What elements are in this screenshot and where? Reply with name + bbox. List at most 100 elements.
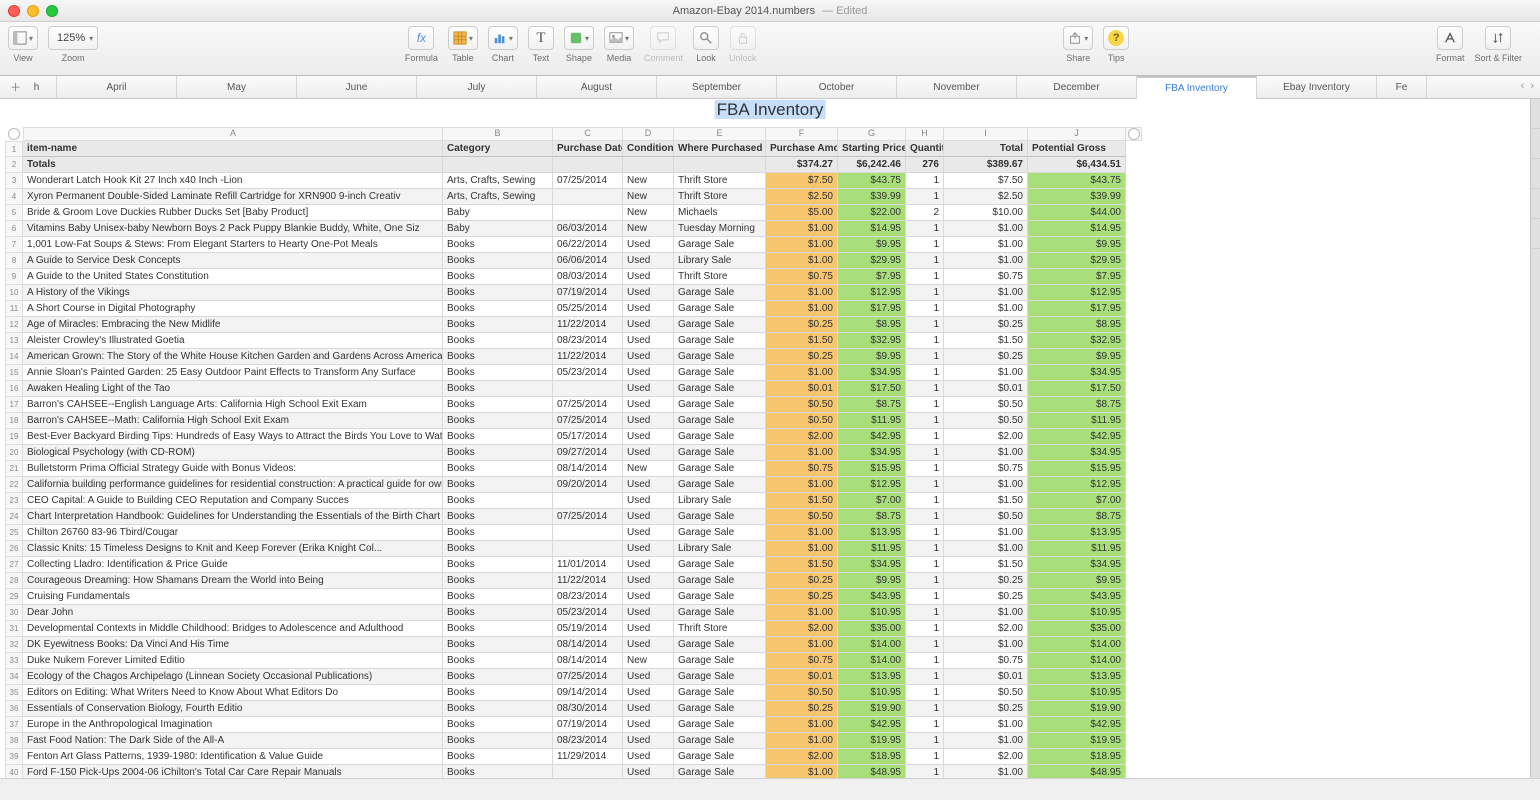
cell[interactable]: Annie Sloan's Painted Garden: 25 Easy Ou… [23,365,443,381]
cell[interactable]: $0.25 [944,349,1028,365]
cell[interactable]: $0.50 [766,509,838,525]
cell[interactable]: Wonderart Latch Hook Kit 27 Inch x40 Inc… [23,173,443,189]
cell[interactable]: Used [623,349,674,365]
cell[interactable]: $35.00 [1028,621,1126,637]
cell[interactable]: 05/23/2014 [553,365,623,381]
cell[interactable]: $1.00 [944,253,1028,269]
cell[interactable]: 1 [906,445,944,461]
cell[interactable]: $0.01 [944,669,1028,685]
cell[interactable]: Library Sale [674,541,766,557]
cell[interactable]: $14.00 [1028,637,1126,653]
cell[interactable]: $0.75 [944,269,1028,285]
row-header[interactable]: 2 [5,157,23,173]
row-header[interactable]: 36 [5,701,23,717]
cell[interactable]: Used [623,557,674,573]
cell[interactable] [553,525,623,541]
cell[interactable]: $1.00 [944,285,1028,301]
sheet-tab[interactable]: July [417,76,537,99]
cell[interactable]: Cruising Fundamentals [23,589,443,605]
cell[interactable]: Baby [443,221,553,237]
cell[interactable]: 08/23/2014 [553,733,623,749]
cell[interactable]: Developmental Contexts in Middle Childho… [23,621,443,637]
cell[interactable]: 1 [906,637,944,653]
cell[interactable]: CEO Capital: A Guide to Building CEO Rep… [23,493,443,509]
cell[interactable]: 11/01/2014 [553,557,623,573]
table-row[interactable]: Totals$374.27$6,242.46276$389.67$6,434.5… [23,157,1525,173]
share-button[interactable]: ▾ [1063,26,1093,50]
cell[interactable]: Courageous Dreaming: How Shamans Dream t… [23,573,443,589]
cell[interactable]: Garage Sale [674,429,766,445]
cell[interactable]: DK Eyewitness Books: Da Vinci And His Ti… [23,637,443,653]
cell[interactable]: 1 [906,397,944,413]
cell[interactable]: $0.50 [944,509,1028,525]
cell[interactable]: 1 [906,717,944,733]
cell[interactable]: $9.95 [838,349,906,365]
cell[interactable]: Books [443,669,553,685]
cell[interactable]: $1.00 [766,285,838,301]
cell[interactable]: Classic Knits: 15 Timeless Designs to Kn… [23,541,443,557]
cell[interactable]: 1 [906,477,944,493]
cell[interactable]: Vitamins Baby Unisex-baby Newborn Boys 2… [23,221,443,237]
cell[interactable]: Barron's CAHSEE--English Language Arts: … [23,397,443,413]
cell[interactable]: $48.95 [838,765,906,778]
cell[interactable]: Used [623,397,674,413]
cell[interactable]: 1 [906,317,944,333]
cell[interactable]: Books [443,557,553,573]
table-row[interactable]: Ecology of the Chagos Archipelago (Linne… [23,669,1525,685]
cell[interactable]: $14.00 [1028,653,1126,669]
table-row[interactable]: Annie Sloan's Painted Garden: 25 Easy Ou… [23,365,1525,381]
cell[interactable]: 1 [906,509,944,525]
row-header[interactable]: 17 [5,397,23,413]
cell[interactable]: Used [623,317,674,333]
shape-button[interactable]: ▾ [564,26,594,50]
cell[interactable]: $2.00 [944,429,1028,445]
cell[interactable]: $0.50 [766,413,838,429]
cell[interactable]: 05/23/2014 [553,605,623,621]
cell[interactable]: Used [623,301,674,317]
cell[interactable]: Garage Sale [674,589,766,605]
cell[interactable]: New [623,221,674,237]
media-button[interactable]: ▾ [604,26,634,50]
cell[interactable]: 07/25/2014 [553,173,623,189]
cell[interactable]: $1.00 [944,221,1028,237]
cell[interactable]: $18.95 [838,749,906,765]
cell[interactable]: $14.95 [838,221,906,237]
cell[interactable]: Books [443,253,553,269]
cell[interactable]: $42.95 [1028,429,1126,445]
cell[interactable]: $43.95 [838,589,906,605]
cell[interactable]: Total [944,141,1028,157]
cell[interactable]: Used [623,333,674,349]
cell[interactable]: New [623,189,674,205]
cell[interactable]: $11.95 [1028,541,1126,557]
cell[interactable]: Arts, Crafts, Sewing [443,173,553,189]
cell[interactable]: Used [623,525,674,541]
cell[interactable]: 1 [906,237,944,253]
cell[interactable]: $12.95 [1028,477,1126,493]
cell[interactable]: $32.95 [1028,333,1126,349]
cell[interactable]: Garage Sale [674,717,766,733]
cell[interactable]: $5.00 [766,205,838,221]
table-row[interactable]: Wonderart Latch Hook Kit 27 Inch x40 Inc… [23,173,1525,189]
cell[interactable]: Books [443,477,553,493]
cell[interactable]: $0.25 [766,589,838,605]
row-header[interactable]: 20 [5,445,23,461]
cell[interactable]: $1.00 [944,717,1028,733]
cell[interactable]: $1.50 [766,333,838,349]
cell[interactable]: 1 [906,285,944,301]
tabs-scroll-left[interactable]: ‹ [1519,78,1527,94]
row-header[interactable]: 14 [5,349,23,365]
cell[interactable] [553,205,623,221]
cell[interactable]: $7.00 [838,493,906,509]
cell[interactable]: $1.00 [766,765,838,778]
cell[interactable]: Garage Sale [674,573,766,589]
cell[interactable]: $1.00 [944,237,1028,253]
cell[interactable]: $0.75 [766,461,838,477]
cell[interactable]: 1,001 Low-Fat Soups & Stews: From Elegan… [23,237,443,253]
cell[interactable]: Baby [443,205,553,221]
column-header[interactable]: B [443,127,553,141]
cell[interactable]: Books [443,541,553,557]
cell[interactable]: $1.00 [944,301,1028,317]
row-header[interactable]: 40 [5,765,23,778]
cell[interactable]: Books [443,765,553,778]
cell[interactable]: 1 [906,461,944,477]
